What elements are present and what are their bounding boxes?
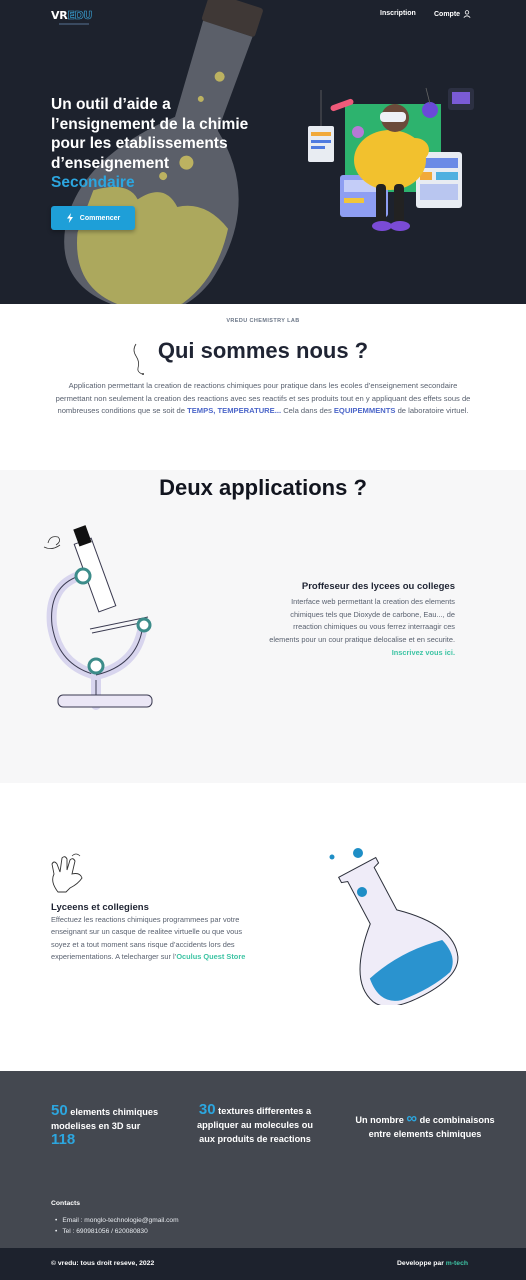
contact-tel[interactable]: Tel : 690981056 / 620080830 — [55, 1226, 179, 1237]
stat-textures-number: 30 — [198, 1101, 216, 1118]
prof-app-text: Interface web permettant la creation des… — [262, 596, 455, 660]
logo-vr: VR — [51, 9, 68, 22]
nav-inscription-link[interactable]: Inscription — [380, 10, 416, 17]
hero-title-line: pour les etablissements — [51, 135, 228, 152]
about-kicker: VREDU CHEMISTRY LAB — [226, 318, 300, 324]
about-text-part: de laboratoire virtuel. — [395, 406, 469, 416]
logo[interactable]: VREDU — [51, 6, 93, 25]
dev-label: Developpe par — [397, 1260, 446, 1267]
hero-title-line: l’ensignement de la chimie — [51, 115, 249, 133]
lyceens-app-title: Lyceens et collegiens — [51, 902, 149, 913]
stat-elements: 50 elements chimiques modelises en 3D su… — [51, 1102, 161, 1148]
vr-character-illustration — [308, 87, 474, 231]
contacts-list: Email : monglo-technologie@gmail.com Tel… — [55, 1215, 179, 1237]
prof-app-description: Interface web permettant la creation des… — [269, 597, 455, 645]
hero-title-line: d’enseignement — [51, 154, 169, 172]
stat-textures: 30 textures differentes a appliquer au m… — [190, 1101, 320, 1146]
flask-icon — [329, 848, 459, 1005]
infinity-icon: ∞ — [406, 1110, 418, 1127]
commencer-label: Commencer — [79, 214, 121, 222]
user-icon — [463, 10, 471, 18]
stat-elements-number: 50 — [51, 1102, 68, 1119]
about-title: Qui sommes nous ? — [157, 338, 369, 363]
bolt-icon — [66, 213, 73, 223]
prof-app-title: Proffeseur des lycees ou colleges — [301, 581, 455, 592]
about-keyword-temps: TEMPS — [187, 406, 214, 416]
commencer-button[interactable]: Commencer — [51, 206, 135, 230]
stat-combinations: Un nombre ∞ de combinaisons entre elemen… — [355, 1110, 495, 1141]
about-text: Application permettant la creation de re… — [55, 380, 471, 418]
lyceens-app-text: Effectuez les reactions chimiques progra… — [51, 914, 261, 963]
apps-title: Deux applications ? — [159, 475, 367, 500]
about-keyword-equipements: EQUIPEMMENTS — [333, 406, 396, 416]
logo-underline — [59, 23, 89, 25]
contact-email[interactable]: Email : monglo-technologie@gmail.com — [55, 1215, 178, 1226]
developer-credit: Developpe par m-tech — [397, 1260, 468, 1267]
stat-elements-total: 118 — [51, 1131, 76, 1148]
stat-elements-text: elements chimiques modelises en 3D sur — [51, 1107, 159, 1131]
stat-combinations-text: Un nombre — [355, 1115, 407, 1125]
hero-title: Un outil d’aide a l’ensignement de la ch… — [51, 95, 291, 193]
contacts-title: Contacts — [51, 1200, 81, 1207]
nav-compte-link[interactable]: Compte — [434, 10, 471, 18]
hand-icon — [51, 853, 83, 893]
logo-edu: EDU — [67, 9, 93, 23]
nav-compte-label: Compte — [434, 10, 461, 18]
microscope-icon — [43, 525, 153, 710]
mtech-link[interactable]: m-tech — [446, 1260, 468, 1267]
inscrivez-vous-link[interactable]: Inscrivez vous ici. — [392, 648, 455, 657]
copyright: © vredu: tous droit reseve, 2022 — [51, 1260, 155, 1267]
about-text-part: Cela dans des — [281, 406, 334, 416]
about-keyword-temperature: TEMPERATURE... — [217, 406, 282, 416]
hero-title-accent: Secondaire — [51, 174, 135, 191]
hero-section: VREDU Inscription Compte Un outil d’aide… — [0, 0, 526, 304]
hero-title-line: Un outil d’aide a — [51, 96, 171, 113]
oculus-store-link[interactable]: Oculus Quest Store — [176, 952, 245, 961]
